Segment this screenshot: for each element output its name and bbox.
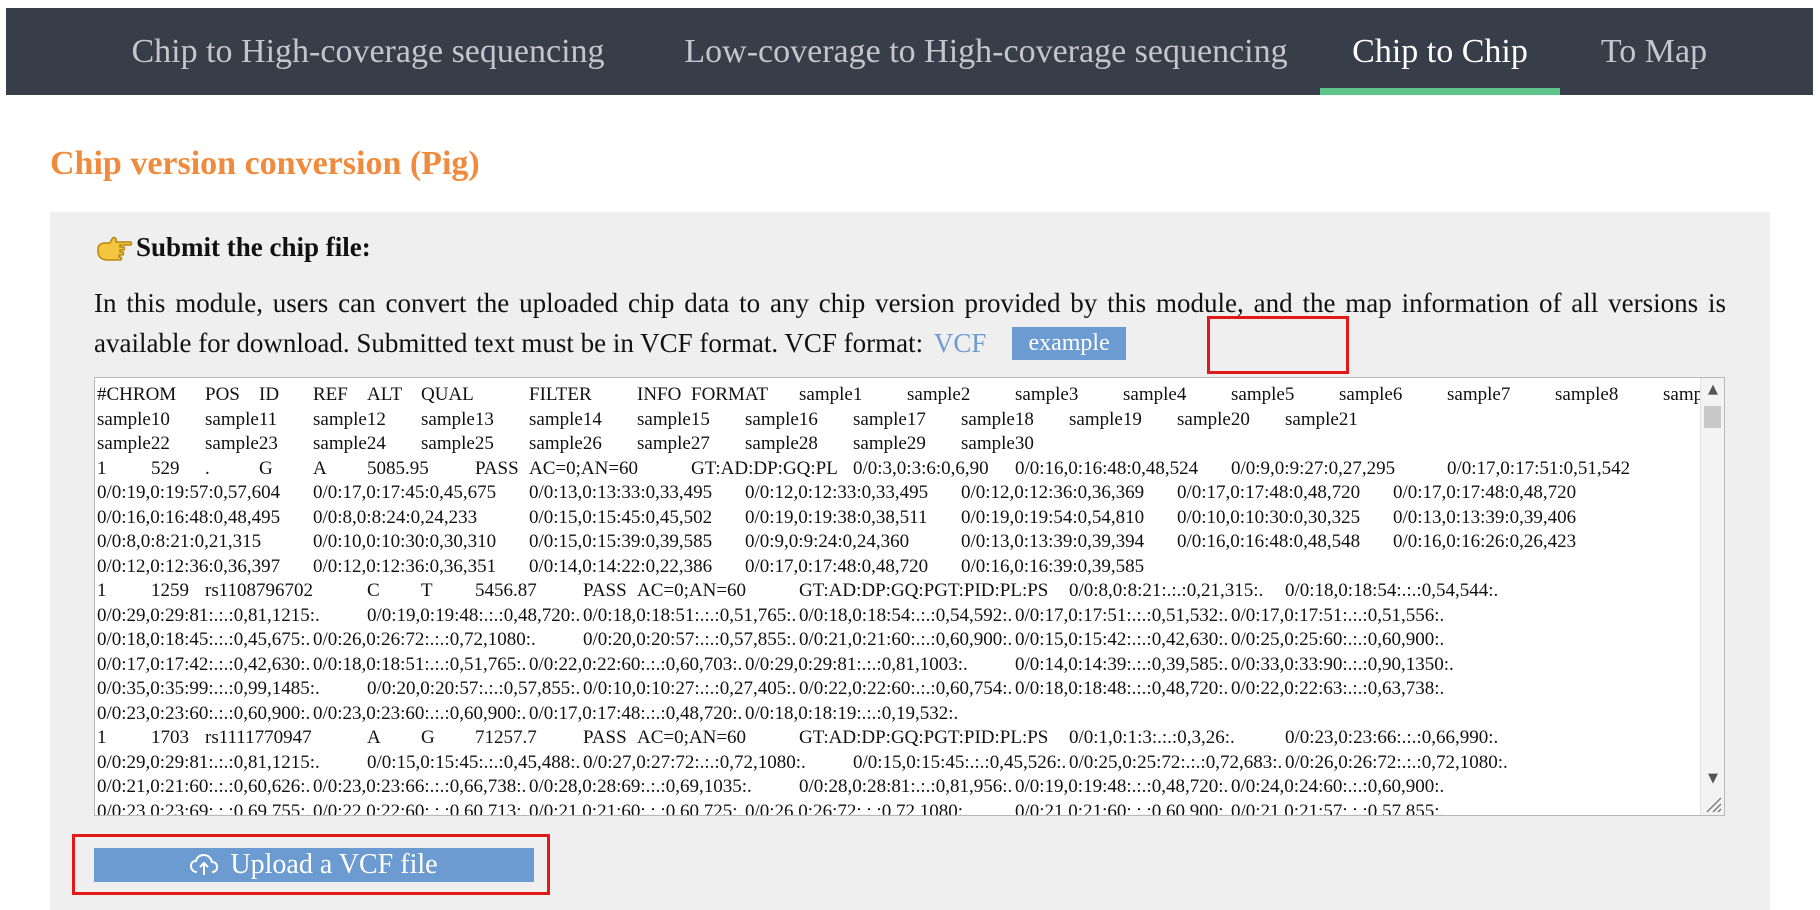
pointing-hand-icon: [97, 236, 133, 261]
top-navbar: Chip to High-coverage sequencing Low-cov…: [6, 8, 1813, 95]
tab-label: Low-coverage to High-coverage sequencing: [684, 33, 1288, 70]
upload-highlight-box: [72, 834, 550, 895]
tab-chip-to-high-coverage[interactable]: Chip to High-coverage sequencing: [118, 8, 618, 95]
description-text: In this module, users can convert the up…: [94, 288, 1726, 358]
scroll-down-arrow-icon[interactable]: ▼: [1701, 769, 1724, 789]
tab-label: Chip to Chip: [1352, 33, 1528, 70]
vcf-content: #CHROM POS ID REF ALT QUAL FILTER INFO F…: [97, 384, 1725, 816]
tab-low-to-high-coverage[interactable]: Low-coverage to High-coverage sequencing: [666, 8, 1306, 95]
vcf-textarea[interactable]: #CHROM POS ID REF ALT QUAL FILTER INFO F…: [94, 377, 1725, 816]
page-title: Chip version conversion (Pig): [50, 145, 480, 182]
example-highlight-box: [1207, 316, 1349, 374]
vcf-format-link[interactable]: VCF: [934, 328, 987, 358]
textarea-scrollbar[interactable]: ▲ ▼: [1700, 378, 1724, 815]
example-button[interactable]: example: [1012, 327, 1126, 361]
tab-label: To Map: [1600, 33, 1708, 70]
scrollbar-thumb[interactable]: [1704, 406, 1721, 428]
tab-label: Chip to High-coverage sequencing: [131, 33, 605, 70]
tab-to-map[interactable]: To Map: [1584, 8, 1724, 95]
module-description: In this module, users can convert the up…: [94, 283, 1726, 363]
submit-heading: Submit the chip file:: [96, 232, 371, 263]
tab-chip-to-chip[interactable]: Chip to Chip: [1320, 8, 1560, 95]
resize-grip-icon[interactable]: [1704, 795, 1722, 813]
active-tab-indicator: [1320, 88, 1560, 95]
scroll-up-arrow-icon[interactable]: ▲: [1701, 380, 1724, 400]
submit-heading-text: Submit the chip file:: [136, 232, 371, 262]
